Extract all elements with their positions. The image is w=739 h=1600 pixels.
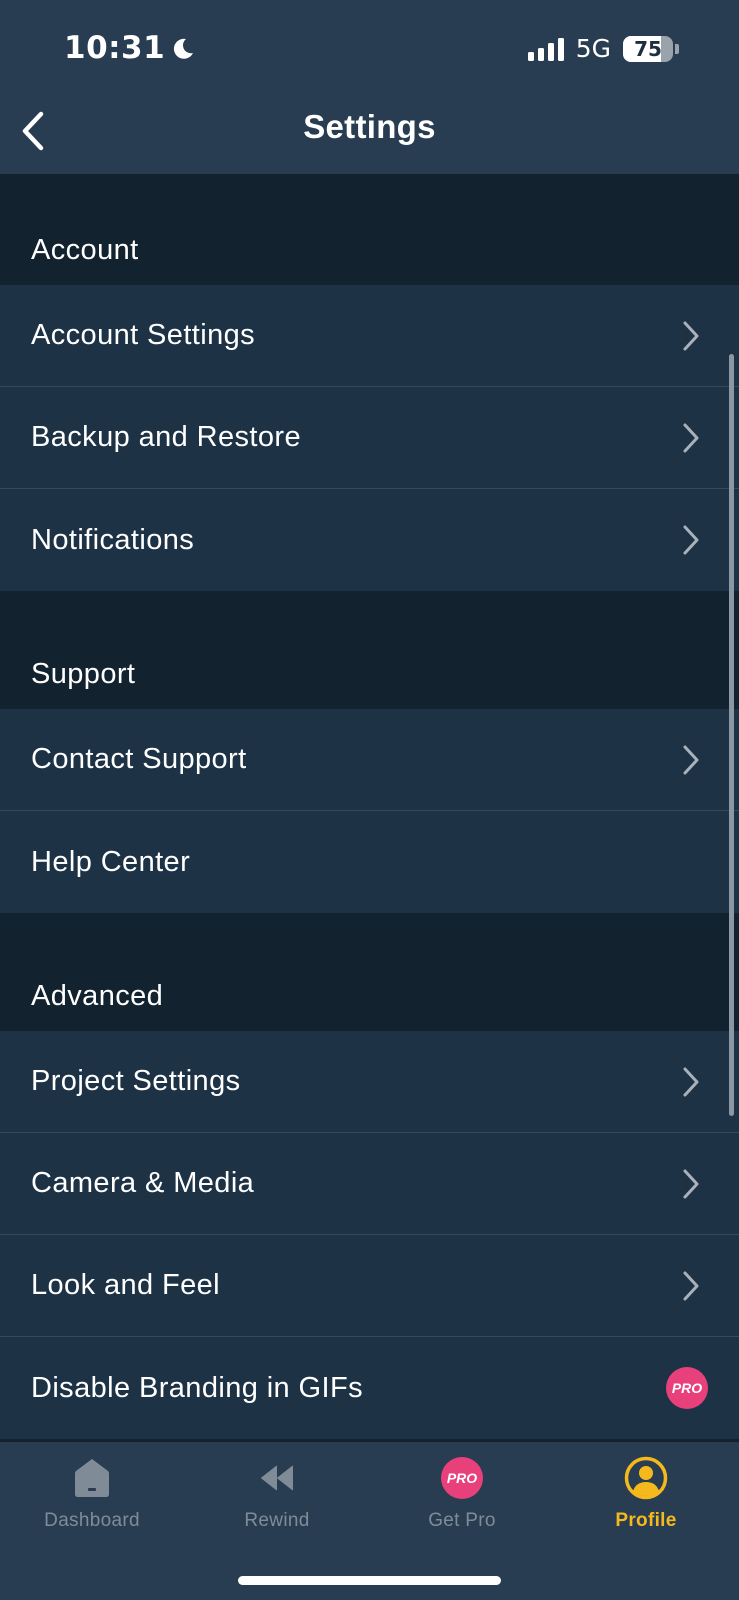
pro-badge-icon: PRO <box>666 1367 708 1409</box>
pro-badge-text: PRO <box>672 1380 702 1396</box>
row-label: Account Settings <box>31 319 256 351</box>
tab-label: Dashboard <box>44 1510 140 1531</box>
row-disable-branding-in-gifs[interactable]: Disable Branding in GIFs PRO <box>0 1337 739 1439</box>
tab-profile[interactable]: Profile <box>571 1456 721 1556</box>
row-label: Backup and Restore <box>31 421 301 453</box>
section-header-support: Support <box>0 591 739 709</box>
tab-dashboard[interactable]: Dashboard <box>17 1456 167 1556</box>
row-label: Look and Feel <box>31 1269 220 1301</box>
row-label: Project Settings <box>31 1065 241 1097</box>
network-label: 5G <box>575 34 611 63</box>
battery-icon: 75 <box>623 35 673 62</box>
battery-nub <box>675 43 679 54</box>
profile-icon <box>624 1456 668 1500</box>
settings-list[interactable]: Account Account Settings Backup and Rest… <box>0 174 739 1440</box>
clock-text: 10:31 <box>64 30 166 66</box>
nav-header: Settings <box>0 100 739 174</box>
section-header-account: Account <box>0 174 739 285</box>
tab-label: Rewind <box>244 1510 310 1531</box>
home-icon <box>70 1456 114 1500</box>
status-indicators: 5G 75 <box>527 34 679 63</box>
home-indicator[interactable] <box>238 1576 501 1585</box>
section-title: Support <box>31 658 136 690</box>
chevron-right-icon <box>683 1067 699 1096</box>
scrollbar[interactable] <box>729 354 734 1116</box>
chevron-right-icon <box>683 1169 699 1198</box>
row-notifications[interactable]: Notifications <box>0 489 739 591</box>
tab-get-pro[interactable]: PRO Get Pro <box>387 1456 537 1556</box>
section-title: Advanced <box>31 980 164 1012</box>
row-help-center[interactable]: Help Center <box>0 811 739 913</box>
row-camera-and-media[interactable]: Camera & Media <box>0 1133 739 1235</box>
row-label: Help Center <box>31 845 191 878</box>
pro-badge-text: PRO <box>447 1470 477 1486</box>
section-header-advanced: Advanced <box>0 913 739 1031</box>
status-bar: 10:31 5G 75 <box>0 0 739 100</box>
row-look-and-feel[interactable]: Look and Feel <box>0 1235 739 1337</box>
status-time: 10:31 <box>64 30 195 66</box>
tab-label: Profile <box>615 1510 677 1531</box>
chevron-right-icon <box>683 321 699 350</box>
tab-label: Get Pro <box>428 1510 496 1531</box>
moon-icon <box>174 38 194 59</box>
chevron-right-icon <box>683 745 699 774</box>
tab-rewind[interactable]: Rewind <box>202 1456 352 1556</box>
row-account-settings[interactable]: Account Settings <box>0 285 739 387</box>
row-project-settings[interactable]: Project Settings <box>0 1031 739 1133</box>
section-title: Account <box>31 234 139 266</box>
row-label: Camera & Media <box>31 1167 255 1199</box>
pro-badge-icon: PRO <box>440 1456 484 1500</box>
row-label: Contact Support <box>31 743 247 775</box>
row-contact-support[interactable]: Contact Support <box>0 709 739 811</box>
page-title: Settings <box>303 108 436 145</box>
chevron-right-icon <box>683 525 699 555</box>
battery-level: 75 <box>634 36 662 61</box>
rewind-icon <box>255 1456 299 1500</box>
row-backup-and-restore[interactable]: Backup and Restore <box>0 387 739 489</box>
row-label: Notifications <box>31 523 195 556</box>
signal-icon <box>527 37 564 61</box>
row-label: Disable Branding in GIFs <box>31 1371 363 1404</box>
chevron-right-icon <box>683 1271 699 1300</box>
chevron-right-icon <box>683 423 699 452</box>
